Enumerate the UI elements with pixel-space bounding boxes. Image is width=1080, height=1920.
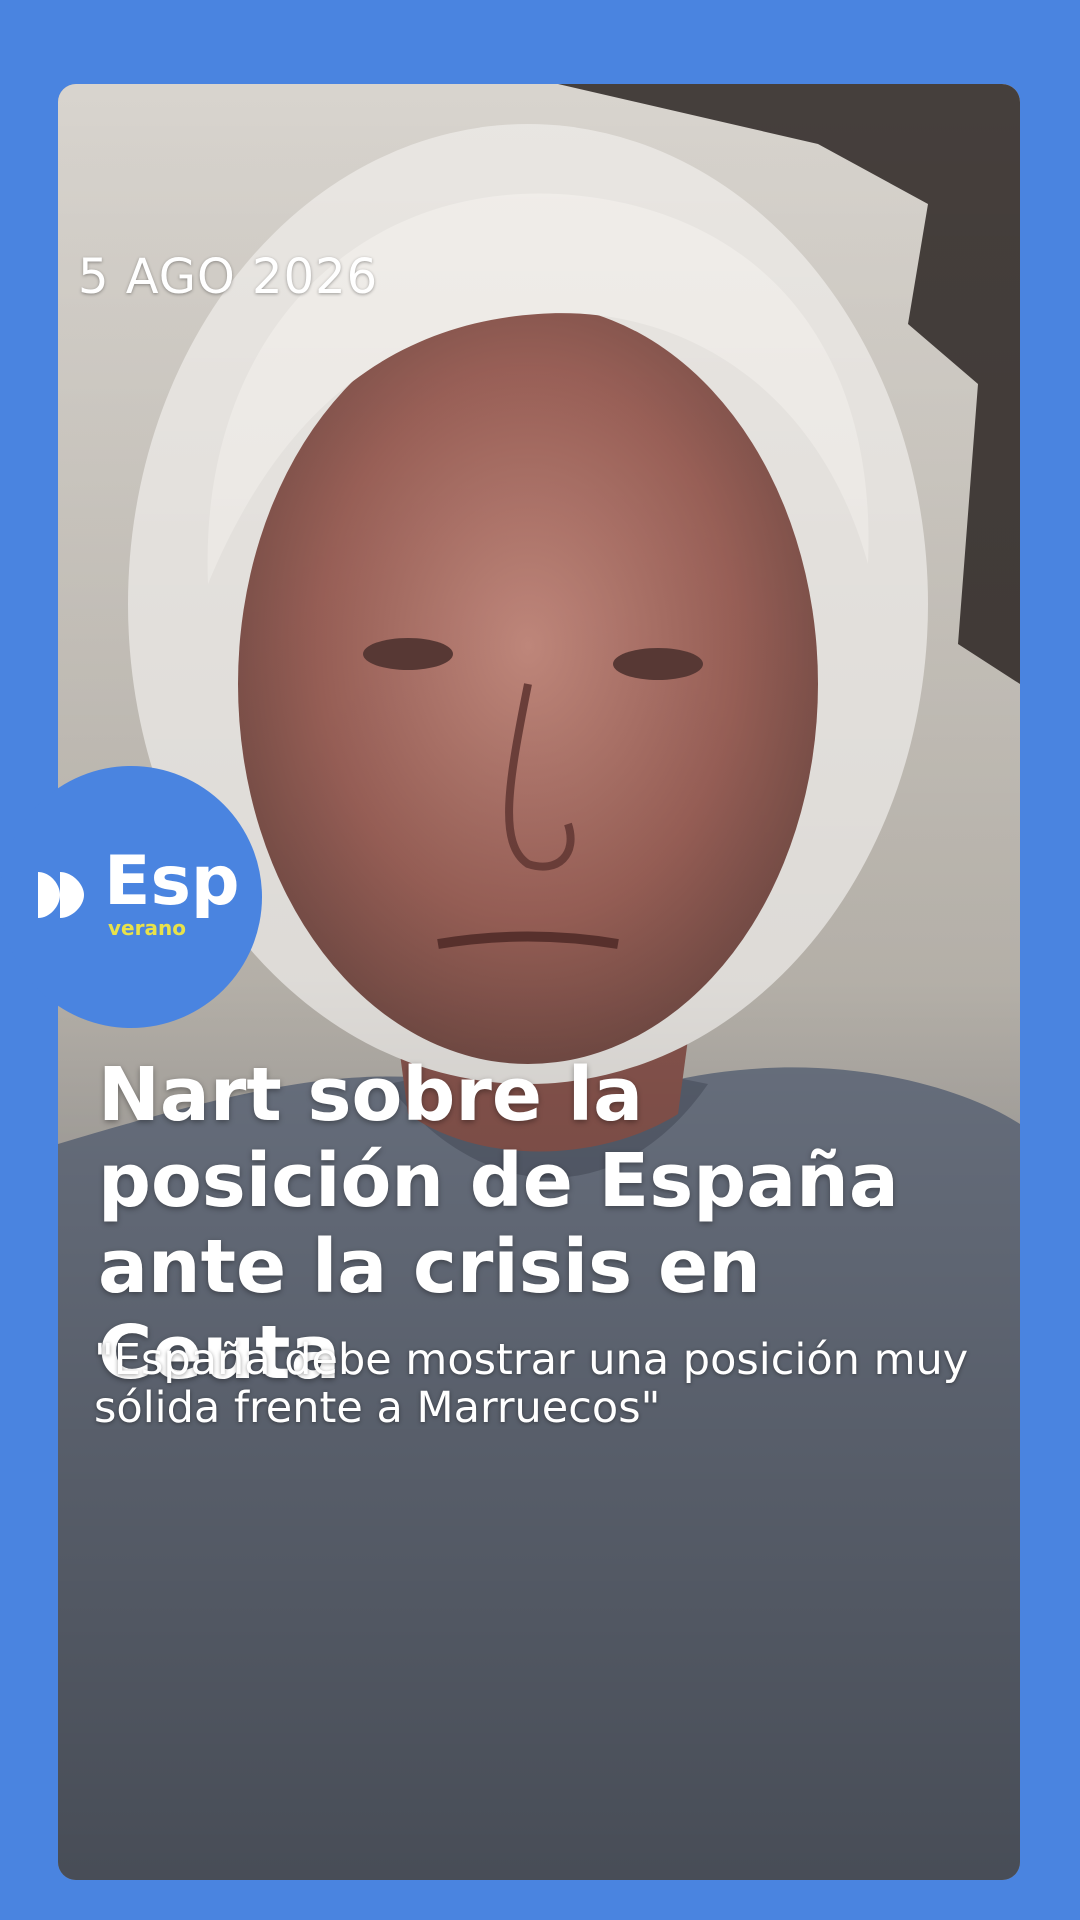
story-quote: "España debe mostrar una posición muy só… <box>94 1335 969 1433</box>
double-chevron-play-icon <box>38 872 84 918</box>
channel-logo[interactable]: Esp verano <box>0 766 262 1028</box>
logo-subtitle: verano <box>108 916 186 940</box>
story-date: 5 AGO 2026 <box>78 249 379 305</box>
logo-brand: Esp <box>104 842 240 921</box>
